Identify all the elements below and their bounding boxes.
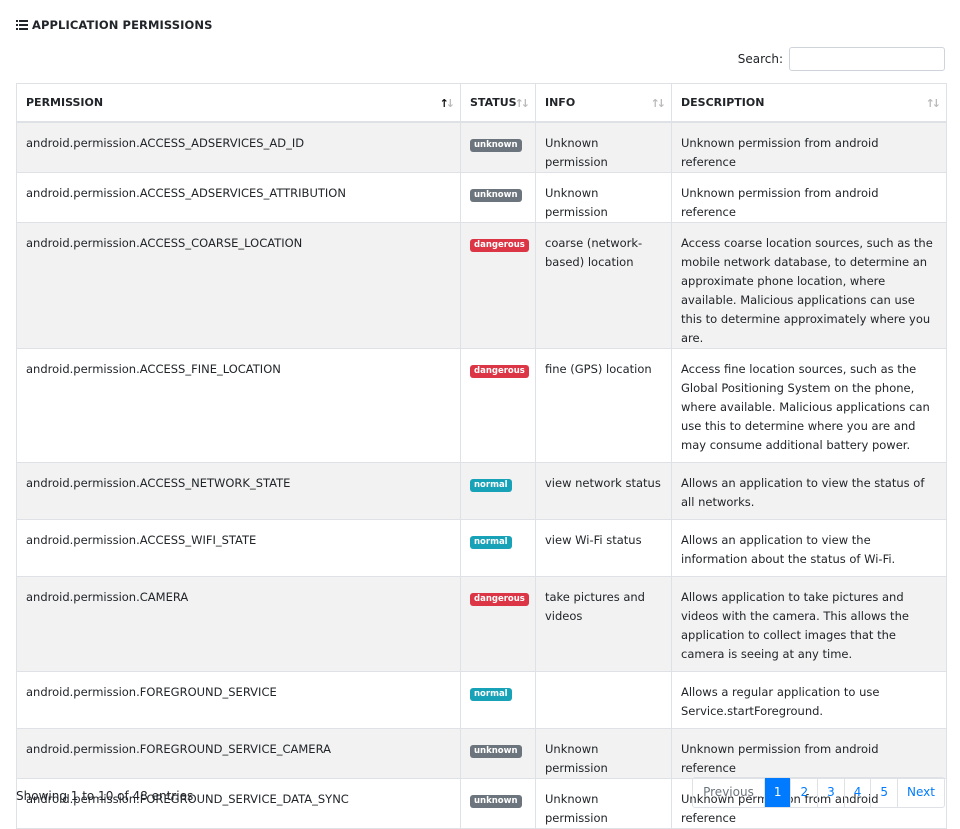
search-input[interactable]: [789, 47, 945, 71]
status-cell: unknown: [460, 171, 536, 223]
status-cell: normal: [460, 670, 536, 729]
info-cell: take pictures and videos: [535, 575, 672, 672]
previous-button[interactable]: Previous: [693, 778, 764, 807]
status-badge: dangerous: [470, 592, 529, 606]
table-row: android.permission.ACCESS_NETWORK_STATE n…: [16, 461, 947, 520]
description-cell: Allows a regular application to use Serv…: [671, 670, 947, 729]
sort-icon: ↑↓: [650, 97, 667, 110]
description-cell: Allows an application to view the inform…: [671, 518, 947, 577]
info-cell: Unknown permission: [535, 121, 672, 173]
table-header-row: PERMISSION ↑↓ STATUS ↑↓ INFO ↑↓ DESCRIPT…: [16, 83, 947, 123]
description-cell: Unknown permission from android referenc…: [671, 171, 947, 223]
description-cell: Allows an application to view the status…: [671, 461, 947, 520]
info-cell: Unknown permission: [535, 727, 672, 779]
table-row: android.permission.ACCESS_FINE_LOCATION d…: [16, 347, 947, 463]
page-button-2[interactable]: 2: [790, 778, 817, 807]
status-cell: dangerous: [460, 347, 536, 463]
list-icon: [16, 20, 28, 30]
status-cell: normal: [460, 518, 536, 577]
page-button-3[interactable]: 3: [817, 778, 844, 807]
status-cell: normal: [460, 461, 536, 520]
table-row: android.permission.ACCESS_ADSERVICES_ATT…: [16, 171, 947, 223]
info-cell: Unknown permission: [535, 171, 672, 223]
next-button[interactable]: Next: [897, 778, 944, 807]
permission-cell: android.permission.FOREGROUND_SERVICE: [16, 670, 461, 729]
status-badge: dangerous: [470, 364, 529, 378]
status-cell: dangerous: [460, 575, 536, 672]
page-button-5[interactable]: 5: [870, 778, 897, 807]
table-row: android.permission.ACCESS_WIFI_STATE norm…: [16, 518, 947, 577]
status-badge: normal: [470, 535, 512, 549]
description-cell: Access fine location sources, such as th…: [671, 347, 947, 463]
description-cell: Unknown permission from android referenc…: [671, 121, 947, 173]
status-badge: normal: [470, 478, 512, 492]
sort-icon: ↑↓: [514, 97, 531, 110]
table-row: android.permission.ACCESS_ADSERVICES_AD_…: [16, 121, 947, 173]
description-cell: Access coarse location sources, such as …: [671, 221, 947, 349]
permission-cell: android.permission.ACCESS_ADSERVICES_ATT…: [16, 171, 461, 223]
status-cell: dangerous: [460, 221, 536, 349]
permission-cell: android.permission.ACCESS_FINE_LOCATION: [16, 347, 461, 463]
status-badge: unknown: [470, 138, 522, 152]
entries-info: Showing 1 to 10 of 48 entries: [16, 789, 194, 803]
table-row: android.permission.FOREGROUND_SERVICE_CA…: [16, 727, 947, 779]
permission-cell: android.permission.FOREGROUND_SERVICE_CA…: [16, 727, 461, 779]
column-header-description[interactable]: DESCRIPTION ↑↓: [671, 83, 947, 123]
table-row: android.permission.ACCESS_COARSE_LOCATIO…: [16, 221, 947, 349]
page-title: APPLICATION PERMISSIONS: [32, 18, 213, 32]
info-cell: view network status: [535, 461, 672, 520]
search-label: Search:: [737, 52, 783, 66]
sort-icon: ↑↓: [925, 97, 942, 110]
table-row: android.permission.CAMERA dangerous take p…: [16, 575, 947, 672]
info-cell: fine (GPS) location: [535, 347, 672, 463]
sort-asc-icon: ↑↓: [439, 97, 456, 110]
pagination: Previous 1 2 3 4 5 Next: [692, 777, 945, 808]
page-button-4[interactable]: 4: [843, 778, 871, 807]
permission-cell: android.permission.FOREGROUND_SERVICE_DA…: [16, 777, 461, 829]
permission-cell: android.permission.ACCESS_NETWORK_STATE: [16, 461, 461, 520]
description-cell: Unknown permission from android referenc…: [671, 727, 947, 779]
status-cell: unknown: [460, 727, 536, 779]
permission-cell: android.permission.ACCESS_WIFI_STATE: [16, 518, 461, 577]
page-button-1[interactable]: 1: [763, 778, 791, 807]
permission-cell: android.permission.CAMERA: [16, 575, 461, 672]
info-cell: Unknown permission: [535, 777, 672, 829]
column-header-status[interactable]: STATUS ↑↓: [460, 83, 536, 123]
permissions-table: PERMISSION ↑↓ STATUS ↑↓ INFO ↑↓ DESCRIPT…: [16, 83, 947, 829]
info-cell: coarse (network-based) location: [535, 221, 672, 349]
table-row: android.permission.FOREGROUND_SERVICE nor…: [16, 670, 947, 729]
info-cell: [535, 670, 672, 729]
status-badge: normal: [470, 687, 512, 701]
column-header-permission[interactable]: PERMISSION ↑↓: [16, 83, 461, 123]
column-header-info[interactable]: INFO ↑↓: [535, 83, 672, 123]
permission-cell: android.permission.ACCESS_ADSERVICES_AD_…: [16, 121, 461, 173]
status-badge: unknown: [470, 744, 522, 758]
description-cell: Allows application to take pictures and …: [671, 575, 947, 672]
status-badge: unknown: [470, 794, 522, 808]
status-badge: dangerous: [470, 238, 529, 252]
search-area: Search:: [738, 47, 945, 71]
card-title: APPLICATION PERMISSIONS: [16, 18, 213, 32]
status-cell: unknown: [460, 777, 536, 829]
status-cell: unknown: [460, 121, 536, 173]
status-badge: unknown: [470, 188, 522, 202]
info-cell: view Wi-Fi status: [535, 518, 672, 577]
permission-cell: android.permission.ACCESS_COARSE_LOCATIO…: [16, 221, 461, 349]
